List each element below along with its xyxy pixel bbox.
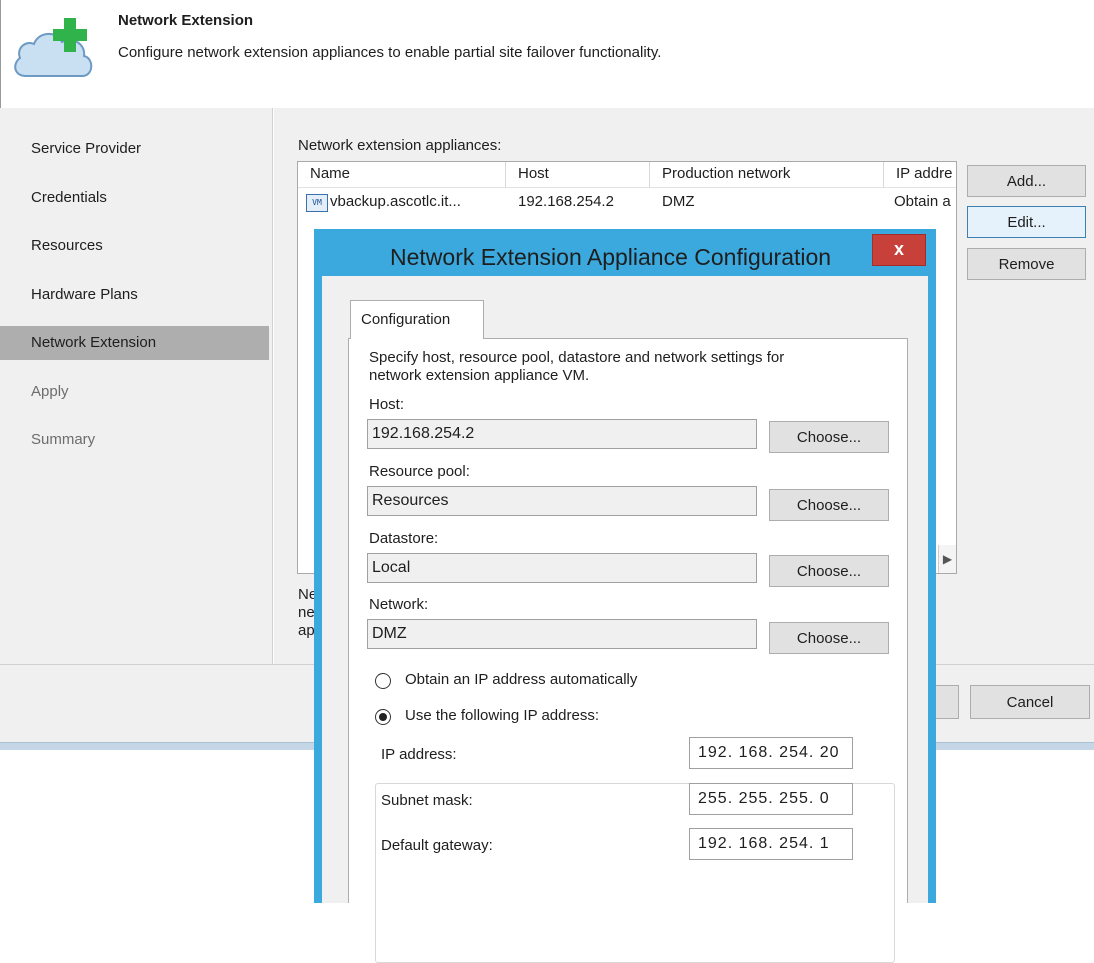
resource-pool-label: Resource pool:: [369, 463, 470, 480]
appliance-config-dialog: Network Extension Appliance Configuratio…: [314, 229, 936, 963]
header-description: Configure network extension appliances t…: [118, 44, 662, 61]
ip-address-label: IP address:: [381, 746, 457, 763]
wizard-header: Network Extension Configure network exte…: [0, 0, 1094, 108]
obtain-ip-label[interactable]: Obtain an IP address automatically: [405, 671, 637, 688]
dialog-body: Configuration Specify host, resource poo…: [322, 276, 928, 963]
row-network[interactable]: DMZ: [662, 192, 872, 214]
edit-button[interactable]: Edit...: [967, 206, 1086, 238]
network-field: DMZ: [367, 619, 757, 649]
row-name[interactable]: vbackup.ascotlc.it...: [330, 192, 504, 214]
host-label: Host:: [369, 396, 405, 413]
vm-icon: VM: [306, 194, 328, 212]
column-header-name[interactable]: Name: [298, 162, 506, 188]
nav-item-service-provider[interactable]: Service Provider: [0, 132, 269, 166]
choose-host-button[interactable]: Choose...: [769, 421, 889, 453]
resource-pool-field: Resources: [367, 486, 757, 516]
use-static-ip-radio[interactable]: [375, 709, 391, 725]
host-field: 192.168.254.2: [367, 419, 757, 449]
header-title: Network Extension: [118, 12, 254, 29]
choose-pool-button[interactable]: Choose...: [769, 489, 889, 521]
use-static-ip-label[interactable]: Use the following IP address:: [405, 707, 607, 724]
nav-item-credentials[interactable]: Credentials: [0, 181, 269, 215]
tab-configuration[interactable]: Configuration: [350, 300, 484, 339]
column-header-host[interactable]: Host: [506, 162, 650, 188]
scroll-right-arrow-icon[interactable]: ▶: [938, 545, 956, 573]
nav-item-resources[interactable]: Resources: [0, 229, 269, 263]
default-gateway-input[interactable]: 192. 168. 254. 1: [689, 828, 853, 860]
choose-datastore-button[interactable]: Choose...: [769, 555, 889, 587]
ip-address-input[interactable]: 192. 168. 254. 20: [689, 737, 853, 769]
nav-item-hardware-plans[interactable]: Hardware Plans: [0, 278, 269, 312]
dialog-description-2: network extension appliance VM.: [369, 367, 590, 384]
datastore-field: Local: [367, 553, 757, 583]
row-host[interactable]: 192.168.254.2: [518, 192, 648, 214]
window-edge: [0, 0, 1, 108]
remove-button[interactable]: Remove: [967, 248, 1086, 280]
close-icon[interactable]: x: [872, 234, 926, 266]
datastore-label: Datastore:: [369, 530, 439, 547]
network-label: Network:: [369, 596, 429, 613]
column-header-ip[interactable]: IP addre: [884, 162, 956, 188]
nav-item-network-extension[interactable]: Network Extension: [0, 326, 269, 360]
nav-item-summary: Summary: [31, 431, 96, 448]
info-text-line-3: ap: [298, 622, 315, 639]
dialog-description-1: Specify host, resource pool, datastore a…: [369, 349, 785, 366]
default-gateway-label: Default gateway:: [381, 837, 493, 854]
info-text-line-2: ne: [298, 604, 315, 621]
obtain-ip-radio[interactable]: [375, 673, 391, 689]
nav-item-apply: Apply: [31, 383, 69, 400]
appliances-label: Network extension appliances:: [298, 137, 502, 154]
cancel-button[interactable]: Cancel: [970, 685, 1090, 719]
choose-network-button[interactable]: Choose...: [769, 622, 889, 654]
dialog-title: Network Extension Appliance Configuratio…: [390, 244, 832, 270]
subnet-mask-label: Subnet mask:: [381, 792, 473, 809]
column-header-network[interactable]: Production network: [650, 162, 884, 188]
add-button[interactable]: Add...: [967, 165, 1086, 197]
row-ip[interactable]: Obtain a: [894, 192, 956, 214]
configuration-panel: Specify host, resource pool, datastore a…: [348, 338, 908, 963]
cloud-plus-icon: [14, 18, 93, 77]
subnet-mask-input[interactable]: 255. 255. 255. 0: [689, 783, 853, 815]
wizard-nav: Service Provider Credentials Resources H…: [0, 108, 273, 665]
